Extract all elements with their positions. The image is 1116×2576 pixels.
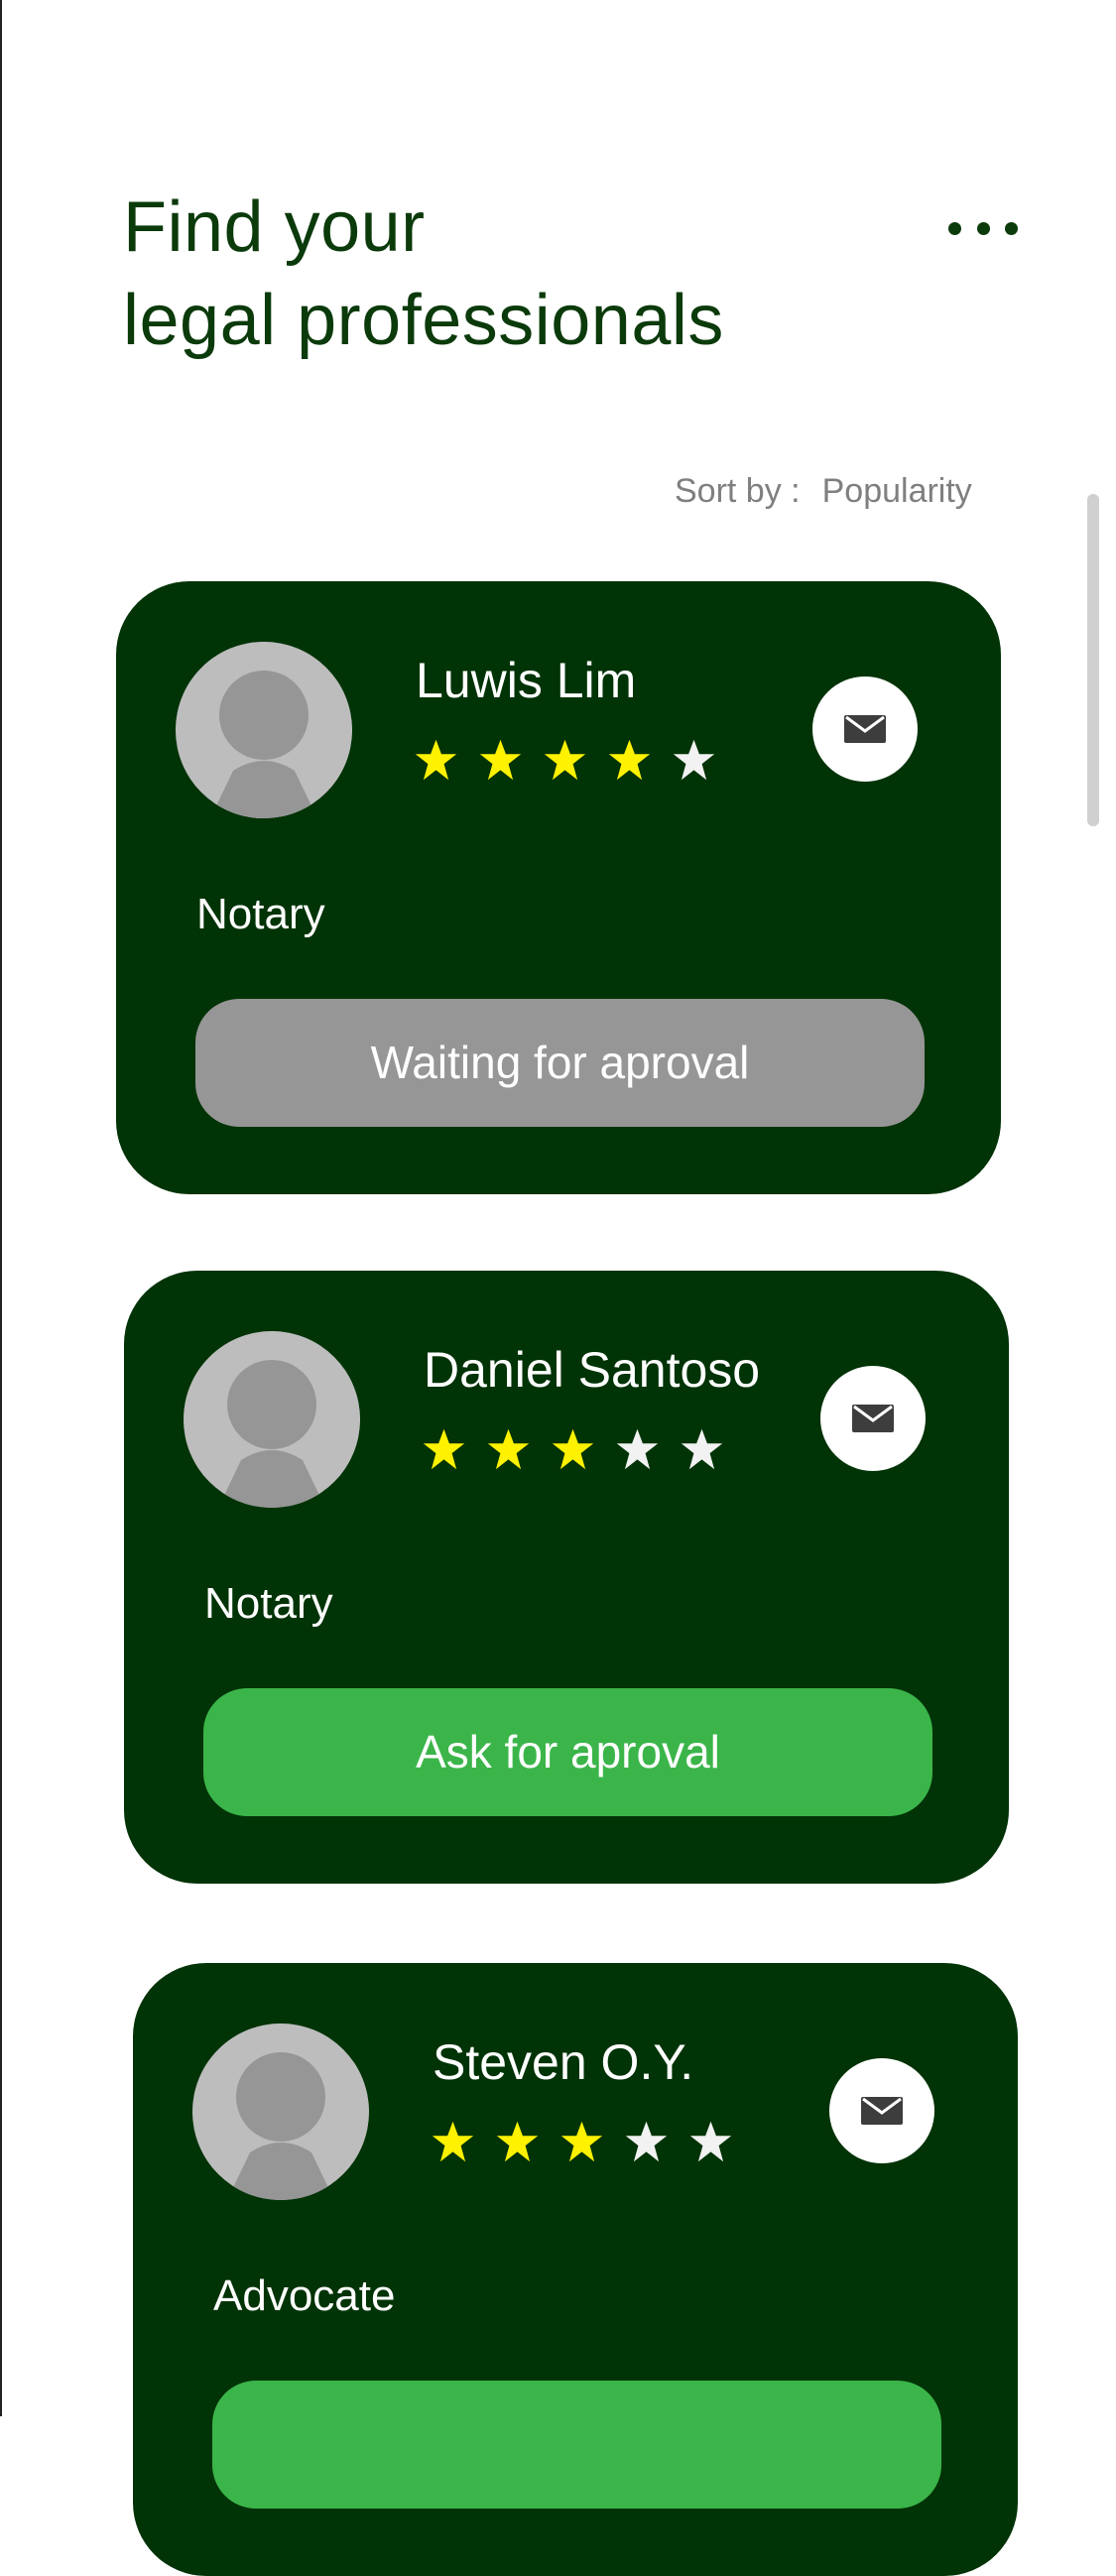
star-filled-icon <box>414 738 458 783</box>
rating-stars <box>422 1427 749 1473</box>
page-title-line-1: Find your <box>123 187 426 267</box>
more-options-button[interactable] <box>948 206 1018 250</box>
star-empty-icon <box>624 2120 669 2164</box>
professional-role: Notary <box>196 890 325 938</box>
professional-card: Luwis Lim Notary Waiting for aproval <box>116 581 1001 1194</box>
more-horizontal-icon-dot-3 <box>1005 221 1018 235</box>
ask-approval-button[interactable] <box>212 2381 941 2509</box>
more-horizontal-icon-dot-1 <box>948 221 961 235</box>
professional-name: Daniel Santoso <box>424 1342 761 1398</box>
mail-button[interactable] <box>812 676 918 782</box>
mail-button[interactable] <box>829 2058 934 2163</box>
sort-control[interactable]: Sort by : Popularity <box>675 466 992 516</box>
star-filled-icon <box>543 738 587 783</box>
star-empty-icon <box>672 738 716 783</box>
scrollbar-thumb[interactable] <box>1087 494 1099 826</box>
mail-button[interactable] <box>820 1366 926 1471</box>
professional-role: Advocate <box>213 2271 396 2320</box>
star-filled-icon <box>431 2120 475 2164</box>
avatar-placeholder-icon <box>184 1331 360 1508</box>
star-filled-icon <box>486 1427 531 1472</box>
star-empty-icon <box>680 1427 724 1472</box>
scrollbar[interactable] <box>1087 494 1099 826</box>
star-empty-icon <box>688 2120 733 2164</box>
waiting-approval-button[interactable]: Waiting for aproval <box>195 999 925 1127</box>
professional-role: Notary <box>204 1579 333 1628</box>
page-title: Find your legal professionals <box>123 181 724 367</box>
mail-icon <box>844 715 886 743</box>
ask-approval-button[interactable]: Ask for aproval <box>203 1688 932 1816</box>
star-filled-icon <box>422 1427 466 1472</box>
sort-label: Sort by : <box>675 471 801 510</box>
mail-icon <box>861 2097 903 2125</box>
star-filled-icon <box>551 1427 595 1472</box>
sort-value[interactable]: Popularity <box>822 472 972 511</box>
avatar-placeholder-icon <box>192 2024 369 2200</box>
professional-name: Luwis Lim <box>416 653 637 708</box>
star-empty-icon <box>615 1427 660 1472</box>
professional-card: Steven O.Y. Advocate <box>133 1963 1018 2576</box>
professional-card: Daniel Santoso Notary Ask for aproval <box>124 1271 1009 1884</box>
page-title-line-2: legal professionals <box>123 281 724 360</box>
screen-left-edge <box>0 0 2 2416</box>
professional-name: Steven O.Y. <box>433 2034 694 2090</box>
rating-stars <box>414 738 741 784</box>
star-filled-icon <box>607 738 652 783</box>
avatar-placeholder-icon <box>176 642 352 818</box>
star-filled-icon <box>559 2120 604 2164</box>
star-filled-icon <box>495 2120 540 2164</box>
more-horizontal-icon-dot-2 <box>976 221 990 235</box>
mail-icon <box>852 1405 894 1432</box>
rating-stars <box>431 2120 758 2165</box>
star-filled-icon <box>478 738 523 783</box>
